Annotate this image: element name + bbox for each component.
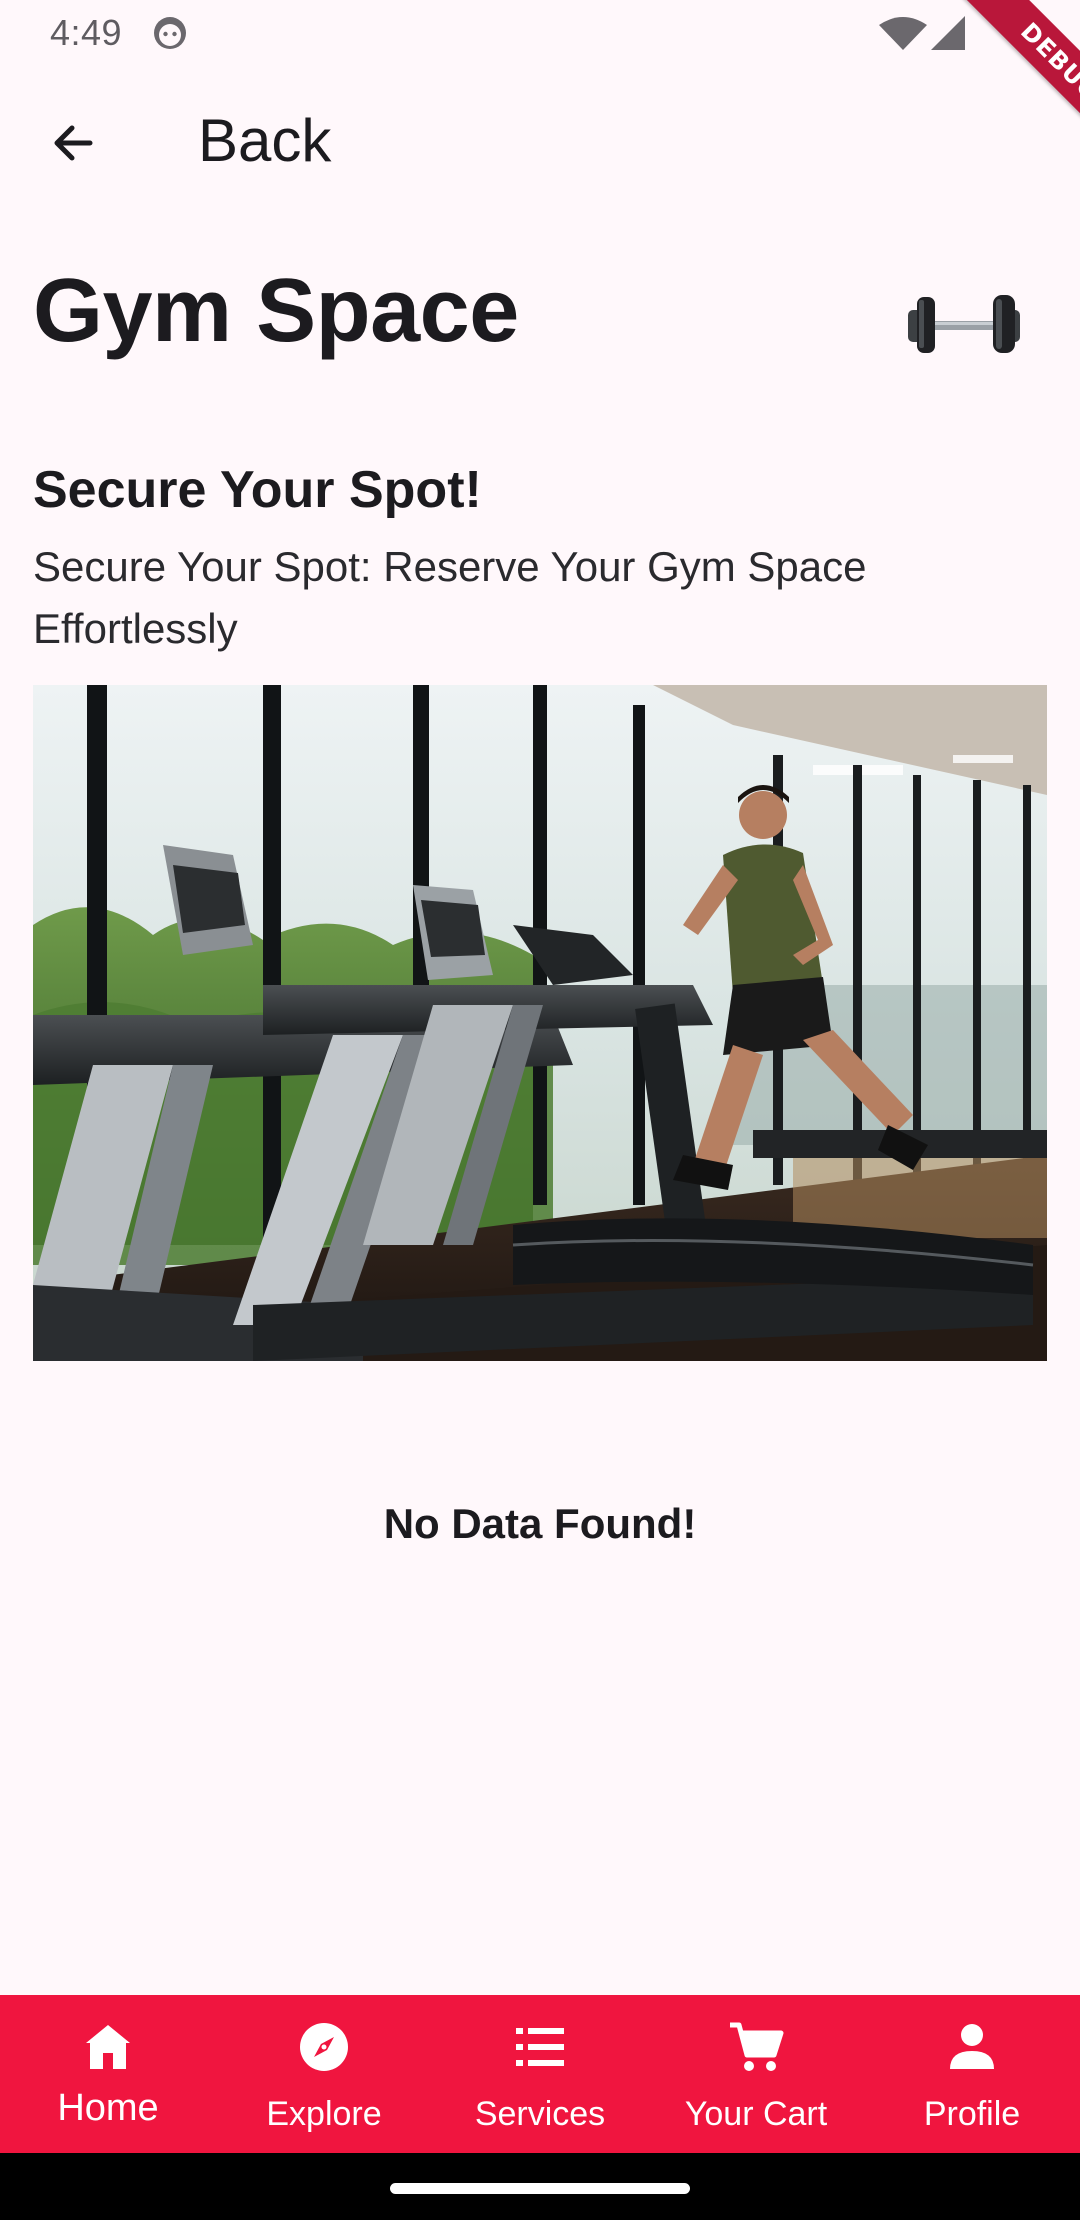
nav-item-explore[interactable]: Explore bbox=[216, 1995, 432, 2153]
empty-state-message: No Data Found! bbox=[383, 1500, 697, 1547]
section-subtitle: Secure Your Spot: Reserve Your Gym Space… bbox=[33, 543, 867, 652]
section-title: Secure Your Spot! bbox=[33, 461, 482, 519]
home-icon bbox=[86, 2025, 130, 2069]
person-icon bbox=[950, 2024, 994, 2069]
compass-icon bbox=[300, 2023, 348, 2071]
nav-label-cart: Your Cart bbox=[684, 2095, 828, 2133]
back-arrow-icon[interactable] bbox=[46, 118, 106, 168]
nav-label-home: Home bbox=[57, 2087, 159, 2129]
cart-icon bbox=[730, 2022, 784, 2071]
system-navigation-bar bbox=[0, 2153, 1080, 2220]
app-bar: Back bbox=[0, 70, 1080, 215]
bottom-navigation: Home Explore Services Your Cart Profile bbox=[0, 1995, 1080, 2153]
nav-label-services: Services bbox=[474, 2095, 606, 2133]
nav-label-profile: Profile bbox=[923, 2095, 1021, 2133]
nav-item-cart[interactable]: Your Cart bbox=[648, 1995, 864, 2153]
gesture-handle[interactable] bbox=[390, 2183, 690, 2194]
status-time: 4:49 bbox=[50, 12, 123, 53]
page-title: Gym Space bbox=[33, 261, 519, 361]
gym-treadmill-photo bbox=[33, 685, 1047, 1361]
nav-item-services[interactable]: Services bbox=[432, 1995, 648, 2153]
dumbbell-icon bbox=[908, 295, 1020, 353]
back-button-label[interactable]: Back bbox=[198, 106, 331, 175]
status-bar: 4:49 DEBUG bbox=[0, 0, 1080, 170]
list-icon bbox=[516, 2028, 564, 2066]
nav-item-home[interactable]: Home bbox=[0, 1995, 216, 2153]
app-notification-icon bbox=[154, 17, 186, 49]
nav-item-profile[interactable]: Profile bbox=[864, 1995, 1080, 2153]
nav-label-explore: Explore bbox=[266, 2095, 382, 2133]
